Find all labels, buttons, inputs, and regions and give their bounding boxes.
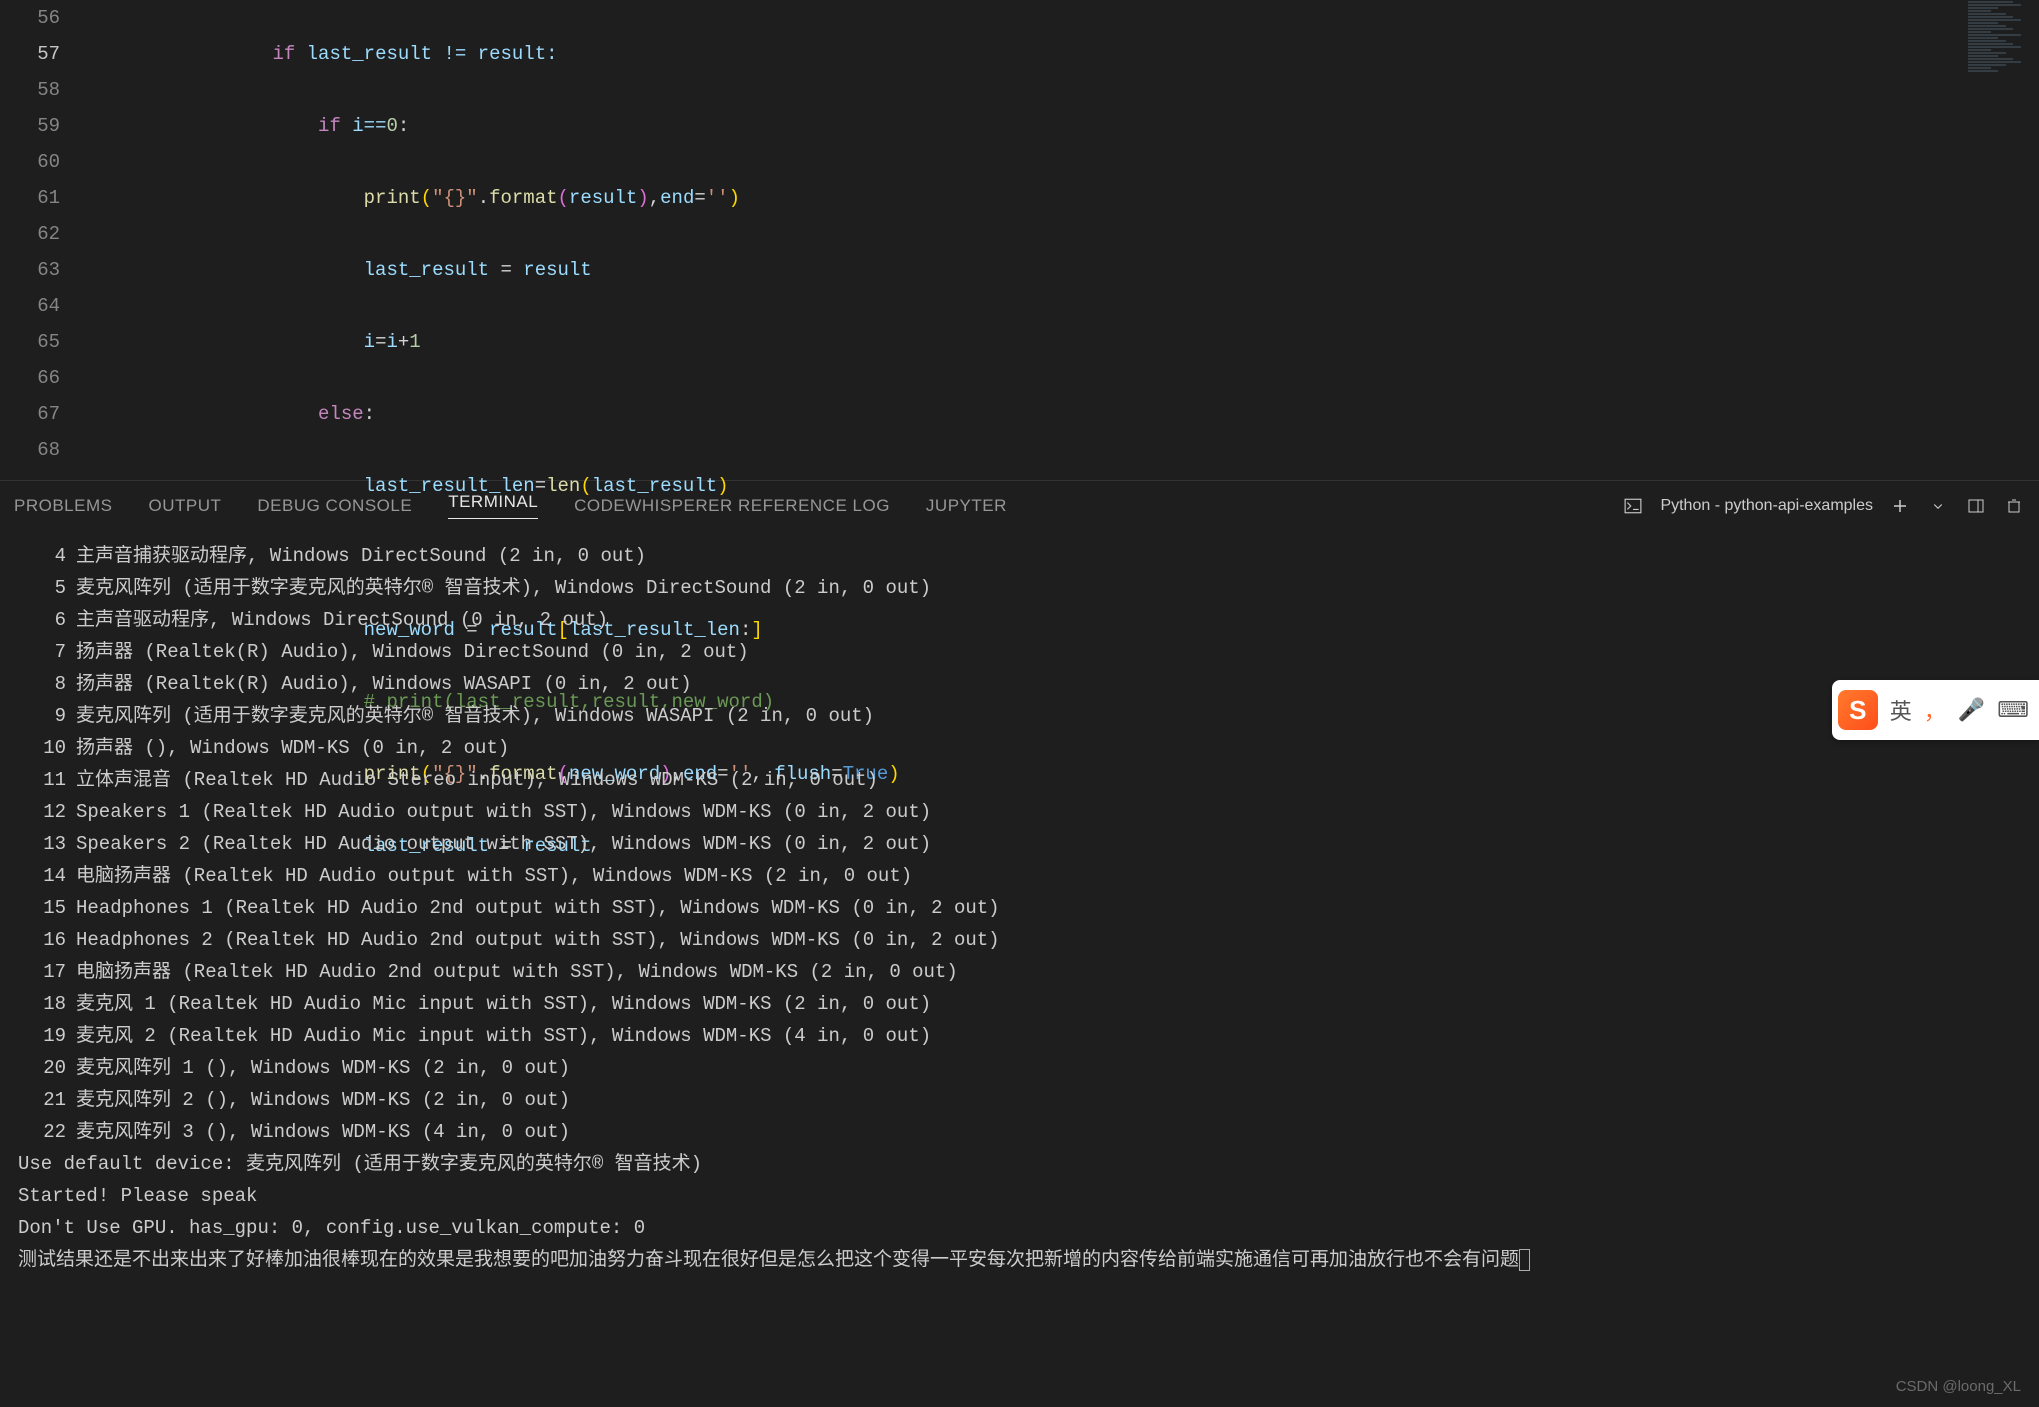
tab-jupyter[interactable]: JUPYTER: [926, 496, 1007, 516]
line-number: 64: [0, 288, 60, 324]
line-number: 63: [0, 252, 60, 288]
terminal-line: 21麦克风阵列 2 (), Windows WDM-KS (2 in, 0 ou…: [18, 1084, 2021, 1116]
line-number: 58: [0, 72, 60, 108]
code-line[interactable]: else:: [90, 396, 1964, 432]
line-number: 57: [0, 36, 60, 72]
microphone-icon[interactable]: 🎤: [1958, 697, 1985, 723]
minimap[interactable]: [1964, 0, 2039, 480]
terminal-line: 19麦克风 2 (Realtek HD Audio Mic input with…: [18, 1020, 2021, 1052]
sogou-logo-icon[interactable]: S: [1838, 690, 1878, 730]
code-editor[interactable]: 56 57 58 59 60 61 62 63 64 65 66 67 68 i…: [0, 0, 2039, 480]
line-number: 65: [0, 324, 60, 360]
chevron-down-icon[interactable]: [1927, 495, 1949, 517]
code-line[interactable]: last_result = result: [90, 252, 1964, 288]
new-terminal-icon[interactable]: [1889, 495, 1911, 517]
tab-codewhisperer[interactable]: CODEWHISPERER REFERENCE LOG: [574, 496, 890, 516]
code-line[interactable]: if last_result != result:: [90, 36, 1964, 72]
ime-punct-label[interactable]: ，: [1924, 694, 1946, 726]
line-number: 62: [0, 216, 60, 252]
watermark: CSDN @loong_XL: [1896, 1378, 2021, 1395]
terminal-line: Don't Use GPU. has_gpu: 0, config.use_vu…: [18, 1212, 2021, 1244]
ime-toolbar[interactable]: S 英 ， 🎤 ⌨: [1832, 680, 2039, 740]
terminal-line: Started! Please speak: [18, 1180, 2021, 1212]
terminal-cursor: [1519, 1249, 1530, 1271]
terminal-line: Use default device: 麦克风阵列 (适用于数字麦克风的英特尔®…: [18, 1148, 2021, 1180]
line-number: 56: [0, 0, 60, 36]
line-number: 61: [0, 180, 60, 216]
keyboard-icon[interactable]: ⌨: [1997, 697, 2029, 723]
line-number: 68: [0, 432, 60, 468]
tab-debug-console[interactable]: DEBUG CONSOLE: [257, 496, 412, 516]
tab-problems[interactable]: PROBLEMS: [14, 496, 112, 516]
line-number-gutter: 56 57 58 59 60 61 62 63 64 65 66 67 68: [0, 0, 90, 480]
ime-lang-label[interactable]: 英: [1890, 694, 1912, 726]
terminal-line: 22麦克风阵列 3 (), Windows WDM-KS (4 in, 0 ou…: [18, 1116, 2021, 1148]
kill-terminal-icon[interactable]: [2003, 495, 2025, 517]
terminal-line: 20麦克风阵列 1 (), Windows WDM-KS (2 in, 0 ou…: [18, 1052, 2021, 1084]
code-line[interactable]: print("{}".format(result),end=''): [90, 180, 1964, 216]
code-line[interactable]: i=i+1: [90, 324, 1964, 360]
terminal-line: 测试结果还是不出来出来了好棒加油很棒现在的效果是我想要的吧加油努力奋斗现在很好但…: [18, 1244, 2021, 1276]
tab-output[interactable]: OUTPUT: [148, 496, 221, 516]
terminal-shell-label[interactable]: Python - python-api-examples: [1660, 497, 1873, 515]
line-number: 60: [0, 144, 60, 180]
code-content[interactable]: if last_result != result: if i==0: print…: [90, 0, 1964, 480]
code-line[interactable]: if i==0:: [90, 108, 1964, 144]
split-terminal-icon[interactable]: [1965, 495, 1987, 517]
terminal-icon: [1622, 495, 1644, 517]
tab-terminal[interactable]: TERMINAL: [448, 492, 538, 519]
line-number: 59: [0, 108, 60, 144]
line-number: 67: [0, 396, 60, 432]
line-number: 66: [0, 360, 60, 396]
